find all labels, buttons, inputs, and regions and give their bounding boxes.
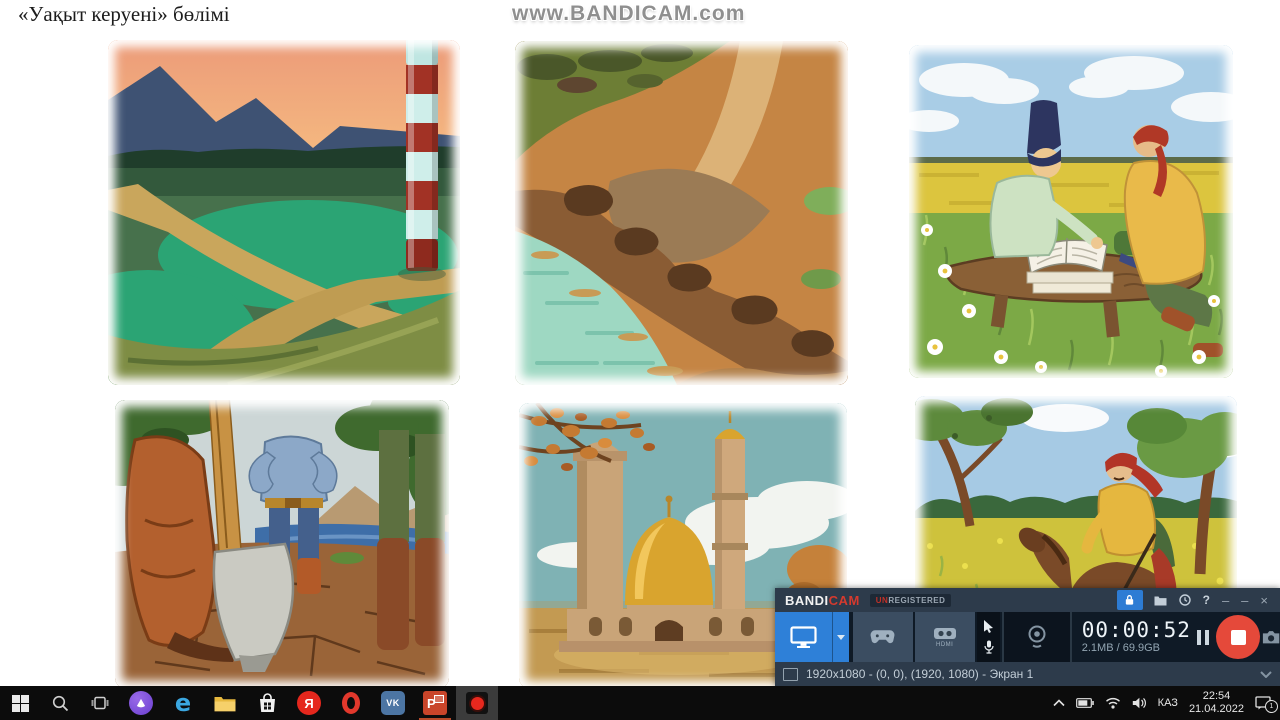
region-rectangle-icon: [783, 667, 798, 681]
screenshot-button[interactable]: [1262, 612, 1280, 662]
alice-assistant-icon: [129, 691, 153, 715]
powerpoint-icon: P: [423, 691, 447, 715]
battery-icon: [1075, 698, 1094, 708]
close-button[interactable]: ×: [1260, 594, 1268, 607]
volume-status[interactable]: [1132, 697, 1147, 709]
illustration-shovel-scene: [115, 400, 449, 688]
help-button[interactable]: ?: [1203, 593, 1210, 607]
chevron-up-icon: [1053, 699, 1065, 707]
riverbank-art: [515, 41, 848, 385]
network-status[interactable]: [1105, 697, 1121, 709]
capture-device-icon: [933, 627, 956, 639]
webcam-icon: [1028, 625, 1046, 648]
taskbar-item-file-explorer[interactable]: [204, 686, 246, 720]
start-button[interactable]: [0, 686, 40, 720]
taskbar-item-edge[interactable]: e: [162, 686, 204, 720]
minimize-to-tray-button[interactable]: –: [1222, 594, 1229, 607]
taskbar-clock[interactable]: 22:54 21.04.2022: [1189, 690, 1244, 716]
microphone-icon[interactable]: [983, 640, 994, 654]
game-recording-mode-button[interactable]: [852, 612, 913, 662]
monitor-icon: [790, 625, 817, 648]
device-recording-mode-button[interactable]: HDMI: [914, 612, 975, 662]
chevron-down-icon: [836, 634, 845, 640]
io-icons-column: [976, 612, 1001, 662]
mouse-cursor-icon[interactable]: [983, 619, 994, 633]
taskbar-item-store[interactable]: [246, 686, 288, 720]
lock-button[interactable]: [1116, 590, 1143, 610]
taskbar-item-bandicam[interactable]: [456, 686, 498, 720]
wifi-icon: [1105, 697, 1120, 709]
windows-logo-icon: [11, 694, 29, 712]
reading-scene-art: [909, 45, 1233, 378]
milepost-landscape-art: [108, 40, 460, 385]
opera-browser-icon: [342, 692, 360, 714]
keyboard-language[interactable]: КАЗ: [1158, 697, 1178, 709]
recording-status: 00:00:52 2.1MB / 69.9GB: [1072, 612, 1191, 662]
tray-expand-button[interactable]: [1053, 699, 1065, 707]
expand-chevron-icon[interactable]: [1260, 670, 1272, 678]
bandicam-logo: BANDICAM: [785, 592, 860, 608]
desktop-screen: «Уақыт керуені» бөлімі www.BANDICAM.com: [0, 0, 1280, 720]
slide-title: «Уақыт керуені» бөлімі: [18, 2, 230, 26]
battery-status[interactable]: [1075, 698, 1094, 708]
taskbar-item-alice[interactable]: [120, 686, 162, 720]
notification-badge: 1: [1265, 700, 1278, 713]
task-view-button[interactable]: [80, 686, 120, 720]
shovel-scene-art: [115, 400, 449, 688]
minimize-button[interactable]: –: [1241, 594, 1248, 607]
taskbar-item-vk[interactable]: VK: [372, 686, 414, 720]
bandicam-watermark: www.BANDICAM.com: [512, 2, 746, 25]
screen-recording-mode-button[interactable]: [775, 612, 833, 662]
capture-region-info: 1920x1080 - (0, 0), (1920, 1080) - Экран…: [806, 667, 1034, 681]
bandicam-titlebar: BANDICAM UNREGISTERED ? – – ×: [775, 588, 1280, 612]
illustration-milepost-landscape: [108, 40, 460, 385]
stop-recording-button[interactable]: [1216, 615, 1261, 659]
vk-icon: VK: [381, 691, 405, 715]
clock-date: 21.04.2022: [1188, 703, 1244, 715]
illustration-riverbank: [515, 41, 848, 385]
open-folder-button[interactable]: [1154, 595, 1167, 606]
file-explorer-icon: [214, 696, 236, 711]
clock-time: 22:54: [1202, 690, 1231, 702]
gamepad-icon: [870, 630, 895, 644]
system-tray: КАЗ 22:54 21.04.2022 1: [1053, 690, 1280, 716]
stop-icon: [1230, 629, 1246, 645]
taskbar-item-opera[interactable]: [330, 686, 372, 720]
file-size-info: 2.1MB / 69.9GB: [1081, 642, 1161, 654]
webcam-preview-button[interactable]: [1002, 612, 1072, 662]
microsoft-store-icon: [259, 693, 275, 712]
hdmi-label: HDMI: [936, 641, 954, 648]
action-center-button[interactable]: 1: [1255, 696, 1278, 713]
pause-button[interactable]: [1191, 612, 1215, 662]
bandicam-region-bar: 1920x1080 - (0, 0), (1920, 1080) - Экран…: [775, 662, 1280, 686]
taskbar-item-powerpoint[interactable]: P: [414, 686, 456, 720]
windows-taskbar: e Я VK P КАЗ 22:54 21.04.2022 1: [0, 686, 1280, 720]
search-button[interactable]: [40, 686, 80, 720]
taskbar-item-yandex-browser[interactable]: Я: [288, 686, 330, 720]
unregistered-badge: UNREGISTERED: [869, 593, 952, 607]
screen-mode-dropdown[interactable]: [832, 612, 849, 662]
camera-icon: [1262, 631, 1280, 644]
speaker-icon: [1132, 697, 1146, 709]
left-boot: [125, 435, 217, 647]
task-view-icon: [91, 696, 109, 710]
illustration-reading-scene: [909, 45, 1233, 378]
yandex-browser-icon: Я: [297, 691, 321, 715]
search-icon: [52, 695, 68, 711]
recording-timer: 00:00:52: [1081, 618, 1191, 642]
bandicam-main-row: HDMI 00:00:52 2.1MB / 69.9GB: [775, 612, 1280, 662]
schedule-clock-button[interactable]: [1178, 594, 1191, 606]
bandicam-panel: BANDICAM UNREGISTERED ? – – × HDMI 00:00…: [775, 588, 1280, 686]
edge-browser-icon: e: [174, 689, 192, 717]
bandicam-app-icon: [466, 692, 488, 714]
